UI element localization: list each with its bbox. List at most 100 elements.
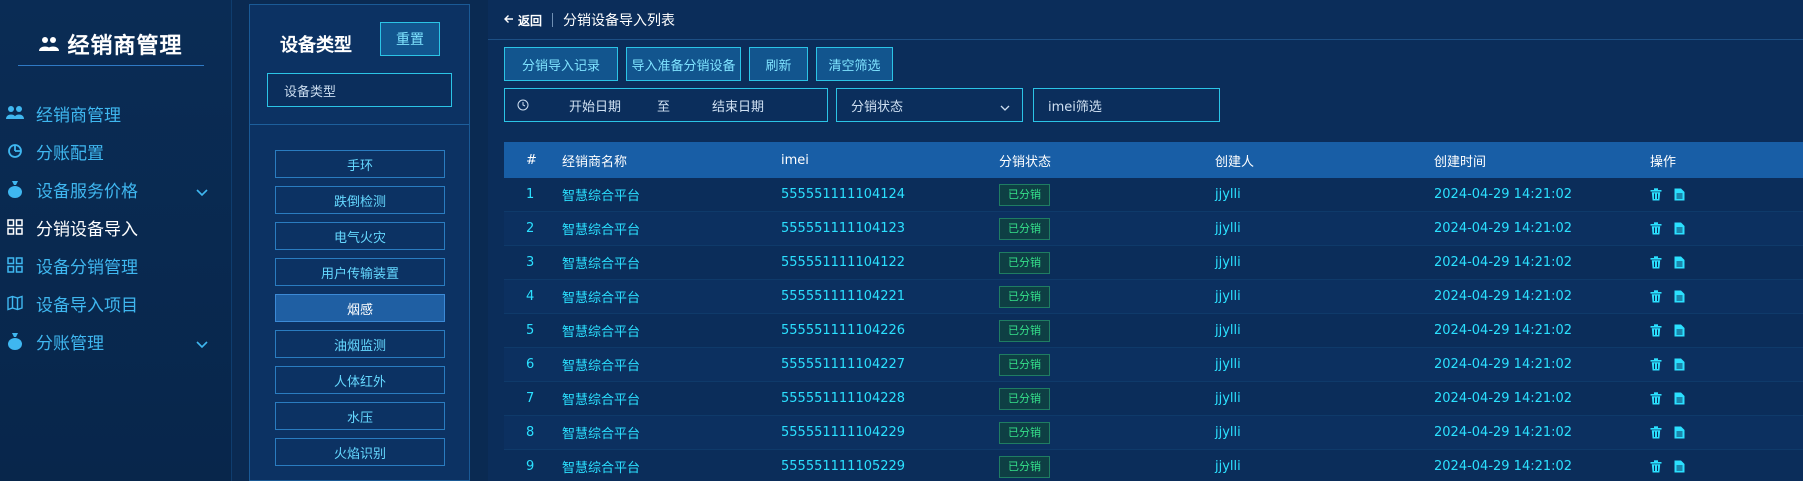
chevron-down-icon[interactable] xyxy=(196,335,208,349)
created-time: 2024-04-29 14:21:02 xyxy=(1434,221,1573,236)
row-actions xyxy=(1650,188,1686,201)
created-time: 2024-04-29 14:21:02 xyxy=(1434,357,1573,372)
device-type-item[interactable]: 油烟监测 xyxy=(275,330,445,358)
document-icon[interactable] xyxy=(1674,188,1686,201)
imei-filter-input[interactable]: imei筛选 xyxy=(1033,88,1220,122)
imei-value: 555551111104229 xyxy=(781,425,906,440)
document-icon[interactable] xyxy=(1674,256,1686,269)
back-button[interactable]: 返回 xyxy=(504,12,542,29)
dealer-name: 智慧综合平台 xyxy=(562,461,641,476)
users-icon xyxy=(39,35,60,53)
delete-icon[interactable] xyxy=(1650,324,1662,337)
device-type-item[interactable]: 火焰识别 xyxy=(275,438,445,466)
import-prepare-button[interactable]: 导入准备分销设备 xyxy=(626,47,741,81)
document-icon[interactable] xyxy=(1674,222,1686,235)
device-type-panel: 设备类型 重置 设备类型 手环 跌倒检测 电气火灾 用户传输装置 烟感 油烟监测… xyxy=(249,4,470,481)
document-icon[interactable] xyxy=(1674,426,1686,439)
back-label: 返回 xyxy=(518,13,543,28)
breadcrumb: 返回 分销设备导入列表 xyxy=(504,11,675,29)
creator-value: jjylli xyxy=(1215,221,1241,236)
sidebar-item-dealer-management[interactable]: 经销商管理 xyxy=(0,94,232,132)
row-actions xyxy=(1650,460,1686,473)
imei-value: 555551111105229 xyxy=(781,459,906,474)
table-header: # 经销商名称 imei 分销状态 创建人 创建时间 操作 xyxy=(504,142,1803,178)
table-row: 8 智慧综合平台 555551111104229 已分销 jjylli 2024… xyxy=(504,416,1803,450)
status-badge: 已分销 xyxy=(999,183,1050,206)
row-index: 3 xyxy=(526,255,535,270)
status-badge: 已分销 xyxy=(999,251,1050,274)
date-range-picker[interactable]: 开始日期 至 结束日期 xyxy=(504,88,828,122)
delete-icon[interactable] xyxy=(1650,426,1662,439)
row-index: 2 xyxy=(526,221,535,236)
table-row: 2 智慧综合平台 555551111104123 已分销 jjylli 2024… xyxy=(504,212,1803,246)
device-type-item[interactable]: 水压 xyxy=(275,402,445,430)
document-icon[interactable] xyxy=(1674,392,1686,405)
imei-value: 555551111104221 xyxy=(781,289,906,304)
sidebar-item-split-management[interactable]: 分账管理 xyxy=(0,322,232,360)
sidebar-item-service-price[interactable]: 设备服务价格 xyxy=(0,170,232,208)
document-icon[interactable] xyxy=(1674,290,1686,303)
sidebar: 经销商管理 经销商管理 分账配置 设备服务价格 分销设备导入 设备分销管理 设备… xyxy=(0,0,232,481)
device-type-item[interactable]: 跌倒检测 xyxy=(275,186,445,214)
status-badge: 已分销 xyxy=(999,387,1050,410)
dealer-name: 智慧综合平台 xyxy=(562,427,641,442)
device-type-input[interactable]: 设备类型 xyxy=(267,73,452,107)
table-row: 6 智慧综合平台 555551111104227 已分销 jjylli 2024… xyxy=(504,348,1803,382)
device-type-item[interactable]: 手环 xyxy=(275,150,445,178)
dealer-name: 智慧综合平台 xyxy=(562,257,641,272)
import-record-button[interactable]: 分销导入记录 xyxy=(504,47,618,81)
column-header: 创建人 xyxy=(1215,154,1255,170)
start-date-input[interactable]: 开始日期 xyxy=(569,96,621,115)
status-select[interactable]: 分销状态 xyxy=(836,88,1023,122)
delete-icon[interactable] xyxy=(1650,256,1662,269)
creator-value: jjylli xyxy=(1215,323,1241,338)
delete-icon[interactable] xyxy=(1650,222,1662,235)
document-icon[interactable] xyxy=(1674,358,1686,371)
status-cell: 已分销 xyxy=(999,319,1050,342)
reset-button[interactable]: 重置 xyxy=(380,22,440,56)
document-icon[interactable] xyxy=(1674,324,1686,337)
chevron-down-icon[interactable] xyxy=(196,183,208,197)
imei-value: 555551111104227 xyxy=(781,357,906,372)
refresh-button[interactable]: 刷新 xyxy=(749,47,808,81)
end-date-input[interactable]: 结束日期 xyxy=(712,96,764,115)
created-time: 2024-04-29 14:21:02 xyxy=(1434,391,1573,406)
arrow-left-icon xyxy=(504,13,514,27)
document-icon[interactable] xyxy=(1674,460,1686,473)
delete-icon[interactable] xyxy=(1650,188,1662,201)
status-cell: 已分销 xyxy=(999,421,1050,444)
creator-value: jjylli xyxy=(1215,425,1241,440)
delete-icon[interactable] xyxy=(1650,290,1662,303)
sidebar-item-device-import[interactable]: 分销设备导入 xyxy=(0,208,232,246)
device-type-item[interactable]: 用户传输装置 xyxy=(275,258,445,286)
clear-filter-button[interactable]: 清空筛选 xyxy=(816,47,893,81)
dealer-name: 智慧综合平台 xyxy=(562,359,641,374)
delete-icon[interactable] xyxy=(1650,392,1662,405)
device-type-title: 设备类型 xyxy=(280,35,352,56)
main-content: 返回 分销设备导入列表 分销导入记录 导入准备分销设备 刷新 清空筛选 开始日期… xyxy=(488,0,1803,481)
delete-icon[interactable] xyxy=(1650,358,1662,371)
device-type-list: 手环 跌倒检测 电气火灾 用户传输装置 烟感 油烟监测 人体红外 水压 火焰识别 xyxy=(275,150,445,474)
row-index: 4 xyxy=(526,289,535,304)
divider xyxy=(250,124,469,125)
users-icon xyxy=(6,104,24,122)
sidebar-menu: 经销商管理 分账配置 设备服务价格 分销设备导入 设备分销管理 设备导入项目 分… xyxy=(0,94,232,360)
grid-icon xyxy=(6,218,24,236)
column-header: 创建时间 xyxy=(1434,154,1487,170)
created-time: 2024-04-29 14:21:02 xyxy=(1434,425,1573,440)
imei-value: 555551111104122 xyxy=(781,255,906,270)
row-index: 1 xyxy=(526,187,535,202)
status-cell: 已分销 xyxy=(999,285,1050,308)
status-cell: 已分销 xyxy=(999,353,1050,376)
delete-icon[interactable] xyxy=(1650,460,1662,473)
device-type-item-selected[interactable]: 烟感 xyxy=(275,294,445,322)
created-time: 2024-04-29 14:21:02 xyxy=(1434,255,1573,270)
device-type-item[interactable]: 人体红外 xyxy=(275,366,445,394)
imei-value: 555551111104124 xyxy=(781,187,906,202)
money-bag-icon xyxy=(6,332,24,350)
sidebar-item-import-project[interactable]: 设备导入项目 xyxy=(0,284,232,322)
sidebar-item-label: 经销商管理 xyxy=(36,105,121,126)
sidebar-item-device-distribution[interactable]: 设备分销管理 xyxy=(0,246,232,284)
sidebar-item-split-config[interactable]: 分账配置 xyxy=(0,132,232,170)
device-type-item[interactable]: 电气火灾 xyxy=(275,222,445,250)
